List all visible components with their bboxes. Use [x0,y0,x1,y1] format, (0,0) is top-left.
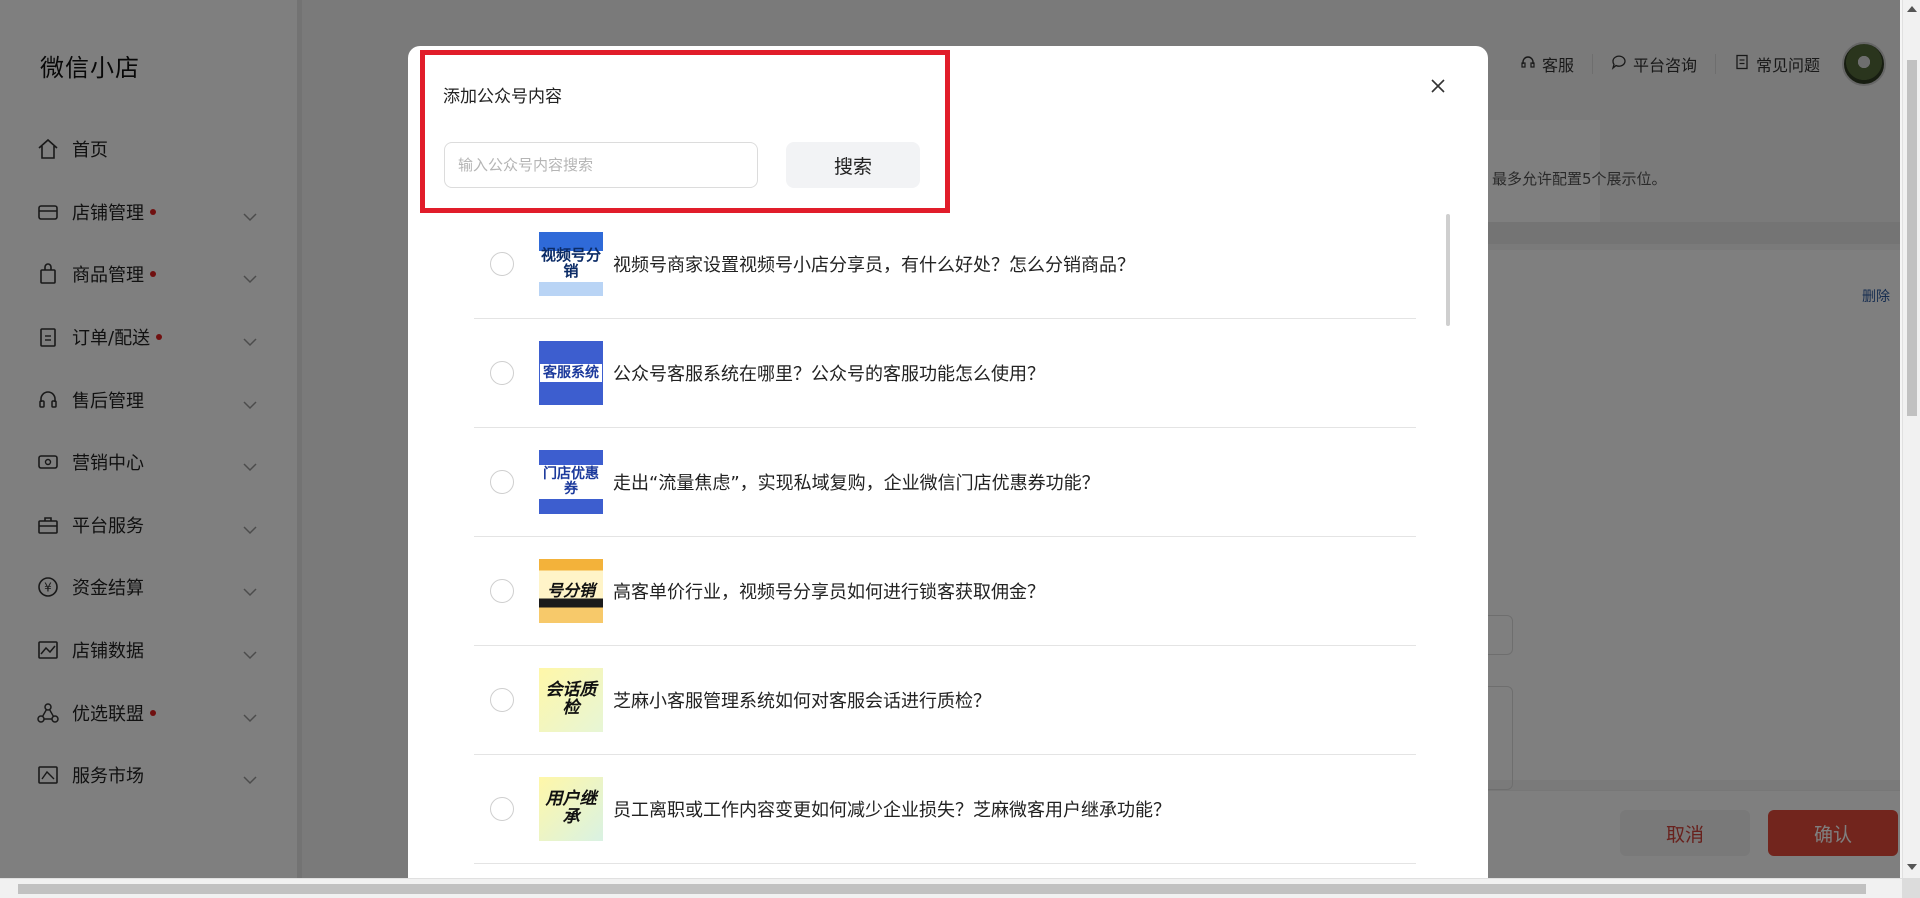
radio-button[interactable] [490,797,514,821]
list-item[interactable]: 号分销 高客单价行业，视频号分享员如何进行锁客获取佣金？ [474,537,1416,646]
annotation-highlight-box [420,50,950,213]
add-article-modal: 添加公众号内容 搜索 视频号分销 视频号商家设置视频号小店分享员，有什么好处？怎… [408,46,1488,878]
scroll-up-arrow-icon[interactable] [1907,6,1917,12]
vertical-scrollbar[interactable] [1902,0,1920,878]
article-thumbnail: 视频号分销 [539,232,603,296]
article-thumbnail: 用户继承 [539,777,603,841]
close-icon[interactable] [1426,74,1450,98]
radio-button[interactable] [490,470,514,494]
search-button[interactable]: 搜索 [786,142,920,188]
radio-button[interactable] [490,688,514,712]
radio-button[interactable] [490,252,514,276]
article-thumbnail: 客服系统 [539,341,603,405]
article-title: 视频号商家设置视频号小店分享员，有什么好处？怎么分销商品？ [613,255,1135,276]
article-title: 公众号客服系统在哪里？公众号的客服功能怎么使用？ [613,364,1045,385]
article-title: 高客单价行业，视频号分享员如何进行锁客获取佣金？ [613,582,1045,603]
modal-title: 添加公众号内容 [443,87,562,107]
list-item[interactable]: 客服系统 公众号客服系统在哪里？公众号的客服功能怎么使用？ [474,319,1416,428]
article-title: 员工离职或工作内容变更如何减少企业损失？芝麻微客用户继承功能？ [613,800,1171,821]
thumbnail-text: 客服系统 [540,363,602,383]
list-item[interactable]: 会话质检 芝麻小客服管理系统如何对客服会话进行质检？ [474,646,1416,755]
article-thumbnail: 会话质检 [539,668,603,732]
horizontal-scrollbar[interactable] [0,878,1902,898]
list-scrollbar[interactable] [1446,214,1450,326]
article-list: 视频号分销 视频号商家设置视频号小店分享员，有什么好处？怎么分销商品？ 客服系统… [474,210,1416,864]
search-input[interactable] [444,142,758,188]
list-item[interactable]: 门店优惠券 走出“流量焦虑”，实现私域复购，企业微信门店优惠券功能？ [474,428,1416,537]
list-item[interactable]: 视频号分销 视频号商家设置视频号小店分享员，有什么好处？怎么分销商品？ [474,210,1416,319]
article-thumbnail: 门店优惠券 [539,450,603,514]
thumbnail-text: 门店优惠券 [539,465,603,499]
vertical-scroll-thumb[interactable] [1907,60,1917,416]
scroll-down-arrow-icon[interactable] [1907,864,1917,870]
list-item[interactable]: 用户继承 员工离职或工作内容变更如何减少企业损失？芝麻微客用户继承功能？ [474,755,1416,864]
radio-button[interactable] [490,361,514,385]
article-title: 芝麻小客服管理系统如何对客服会话进行质检？ [613,691,991,712]
article-title: 走出“流量焦虑”，实现私域复购，企业微信门店优惠券功能？ [613,473,1100,494]
article-thumbnail: 号分销 [539,559,603,623]
scrollbar-corner [1902,878,1920,898]
horizontal-scroll-thumb[interactable] [18,884,1866,894]
radio-button[interactable] [490,579,514,603]
